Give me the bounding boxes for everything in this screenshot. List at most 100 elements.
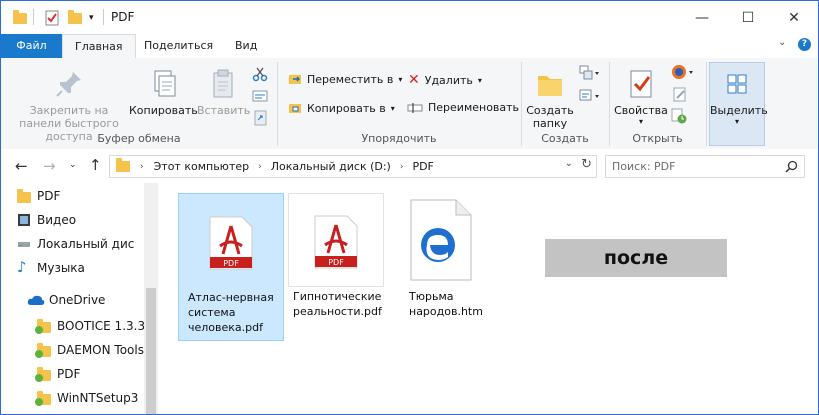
rename-button[interactable]: Переименовать [407, 101, 519, 114]
navigation-pane: PDF Видео Локальный дис ♪ Музыка OneDriv… [1, 183, 159, 414]
copy-path-icon[interactable] [252, 89, 268, 106]
ribbon-tabs: Файл Главная Поделиться Вид ⌄ ? [1, 34, 818, 60]
pdf-file-icon: PDF [209, 216, 253, 273]
maximize-button[interactable]: ☐ [725, 1, 771, 34]
copy-to-icon [289, 104, 301, 113]
nav-item-winntsetup[interactable]: WinNTSetup3 [35, 387, 139, 409]
delete-button[interactable]: ✕ Удалить ▾ [408, 72, 482, 88]
copy-button[interactable]: Копировать [129, 68, 198, 117]
explorer-window: ▾ PDF — ☐ ✕ Файл Главная Поделиться Вид … [0, 0, 819, 415]
svg-text:PDF: PDF [223, 259, 239, 268]
organize-group-label: Упорядочить [361, 132, 437, 145]
folder-icon [17, 189, 31, 203]
minimize-icon: — [695, 9, 709, 26]
nav-label: BOOTICE 1.3.3.0 [57, 319, 157, 333]
nav-item-music[interactable]: ♪ Музыка [17, 257, 85, 279]
folder-icon [13, 9, 27, 27]
properties-icon [625, 68, 657, 100]
synced-folder-icon [35, 391, 51, 406]
help-icon[interactable]: ? [798, 38, 811, 51]
address-segment-disk[interactable]: Локальный диск (D:) [271, 160, 391, 173]
nav-item-onedrive-pdf[interactable]: PDF [35, 363, 80, 385]
address-bar-row: ← → ⌄ ↑ › Этот компьютер › Локальный дис… [1, 149, 818, 183]
move-to-button[interactable]: Переместить в ▾ [288, 72, 402, 86]
refresh-icon[interactable]: ↻ [581, 157, 592, 172]
cut-icon[interactable] [252, 66, 268, 85]
synced-folder-icon [35, 343, 51, 358]
nav-item-pdf[interactable]: PDF [17, 185, 60, 207]
select-label: Выделить [710, 104, 768, 117]
minimize-button[interactable]: — [679, 1, 725, 34]
properties-dropdown-icon: ▾ [638, 117, 643, 126]
pdf-file-icon: PDF [314, 215, 358, 272]
nav-item-bootice[interactable]: BOOTICE 1.3.3.0 [35, 315, 157, 337]
music-icon: ♪ [17, 258, 27, 276]
drive-icon [17, 237, 31, 251]
nav-scrollbar[interactable] [144, 183, 158, 414]
nav-label: Музыка [37, 261, 85, 275]
file-item[interactable]: Тюрьма народов.htm [400, 193, 504, 339]
up-arrow-icon[interactable]: ↑ [89, 156, 102, 174]
nav-item-daemon-tools[interactable]: DAEMON Tools [35, 339, 144, 361]
move-to-icon [289, 75, 301, 84]
search-input[interactable]: Поиск: PDF [605, 155, 805, 178]
file-item[interactable]: PDF Атлас-нервная система человека.pdf [178, 193, 284, 341]
paste-label: Вставить [197, 104, 251, 117]
address-segment-pdf[interactable]: PDF [412, 160, 433, 173]
address-chevron-icon: › [399, 161, 404, 172]
copy-to-button[interactable]: Копировать в ▾ [288, 101, 395, 115]
nav-item-video[interactable]: Видео [18, 209, 76, 231]
rename-icon [407, 102, 423, 113]
address-dropdown-icon[interactable]: ⌄ [565, 158, 573, 169]
address-chevron-icon: › [258, 161, 262, 172]
tab-view[interactable]: Вид [223, 34, 269, 58]
file-name: Атлас-нервная система человека.pdf [188, 291, 274, 334]
nav-label: Локальный дис [37, 237, 135, 251]
nav-label: OneDrive [49, 293, 106, 307]
paste-button[interactable]: Вставить [197, 68, 251, 117]
address-segment-computer[interactable]: Этот компьютер [154, 160, 250, 173]
new-folder-quick-icon[interactable] [68, 9, 82, 27]
file-name: Гипнотические реальности.pdf [293, 290, 382, 318]
search-icon [785, 160, 798, 173]
nav-item-onedrive[interactable]: OneDrive [27, 289, 106, 311]
create-group-label: Создать [541, 132, 589, 145]
copy-to-label: Копировать в [307, 101, 386, 115]
tab-file[interactable]: Файл [1, 34, 62, 58]
edit-icon[interactable] [672, 86, 688, 105]
address-box[interactable]: › Этот компьютер › Локальный диск (D:) ›… [109, 155, 597, 178]
recent-locations-icon[interactable]: ⌄ [69, 160, 77, 170]
new-item-icon[interactable] [579, 65, 601, 84]
nav-item-local-disk[interactable]: Локальный дис [18, 233, 135, 255]
collapse-ribbon-icon[interactable]: ⌄ [778, 37, 786, 48]
tab-share[interactable]: Поделиться [132, 34, 225, 58]
paste-icon [207, 68, 239, 100]
after-label: после [545, 239, 727, 277]
search-placeholder: Поиск: PDF [612, 160, 676, 173]
close-button[interactable]: ✕ [771, 1, 817, 34]
quick-access-dropdown-icon[interactable]: ▾ [89, 9, 94, 27]
nav-scrollbar-thumb[interactable] [146, 288, 156, 414]
properties-quick-icon[interactable] [45, 9, 59, 27]
tab-home[interactable]: Главная [62, 34, 136, 60]
nav-label: WinNTSetup3 [57, 391, 139, 405]
properties-button[interactable]: Свойства ▾ [613, 68, 669, 127]
delete-label: Удалить [424, 73, 473, 87]
open-group-label: Открыть [632, 132, 683, 145]
pin-icon [53, 68, 85, 100]
select-button[interactable]: Выделить ▾ [709, 62, 768, 146]
back-arrow-icon[interactable]: ← [15, 157, 28, 175]
file-item[interactable]: PDF Гипнотические реальности.pdf [288, 193, 392, 339]
ribbon: Закрепить на панели быстрого доступа Коп… [1, 58, 818, 150]
new-folder-button[interactable]: Создать папку [525, 68, 575, 130]
forward-arrow-icon[interactable]: → [43, 157, 56, 175]
address-chevron-icon: › [140, 161, 144, 172]
easy-access-icon[interactable] [579, 88, 601, 107]
firefox-icon[interactable] [671, 64, 695, 83]
move-to-label: Переместить в [307, 72, 394, 86]
file-list: PDF Атлас-нервная система человека.pdf P… [160, 183, 818, 414]
history-icon[interactable] [671, 108, 687, 127]
maximize-icon: ☐ [741, 9, 755, 26]
paste-shortcut-icon[interactable] [254, 110, 267, 129]
close-icon: ✕ [788, 9, 800, 26]
